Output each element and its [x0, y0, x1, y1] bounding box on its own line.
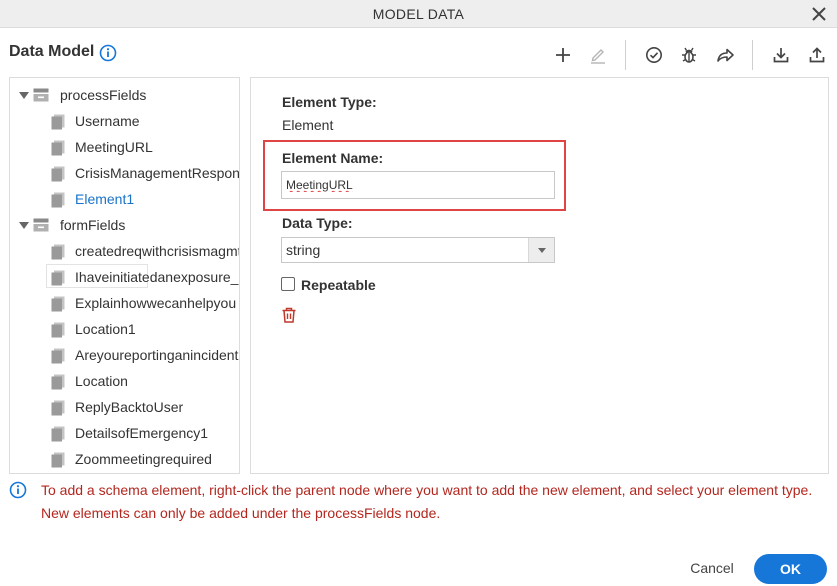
tree-item-label: Explainhowwecanhelpyou — [75, 295, 237, 311]
close-icon[interactable] — [809, 4, 829, 24]
element-name-input[interactable] — [281, 171, 555, 199]
tree-item-label: createdreqwithcrisismagmt — [75, 243, 240, 259]
toolbar-separator — [752, 40, 753, 70]
data-type-label: Data Type: — [282, 215, 353, 231]
dialog-title: MODEL DATA — [372, 6, 465, 22]
tree-item-label: Element1 — [75, 191, 135, 207]
element-type-value: Element — [282, 117, 334, 133]
hint-text-line2: New elements can only be added under the… — [41, 505, 441, 521]
document-icon — [51, 426, 65, 442]
tree-item-label: Location — [75, 373, 128, 389]
trash-icon[interactable] — [280, 306, 298, 324]
toolbar-separator — [625, 40, 626, 70]
document-icon — [51, 322, 65, 338]
tree-item-label: MeetingURL — [75, 139, 153, 155]
check-circle-icon[interactable] — [643, 44, 665, 66]
tree-item[interactable]: CrisisManagementResponse — [10, 162, 239, 184]
plus-icon[interactable] — [552, 44, 574, 66]
document-icon — [51, 296, 65, 312]
document-icon — [51, 114, 65, 130]
download-icon[interactable] — [770, 44, 792, 66]
tree-item[interactable]: ReplyBacktoUser — [10, 396, 239, 418]
document-icon — [51, 166, 65, 182]
tree-group-label: processFields — [60, 87, 147, 103]
bug-icon[interactable] — [678, 44, 700, 66]
folder-icon — [33, 218, 49, 232]
edit-icon[interactable] — [587, 44, 609, 66]
tree-item[interactable]: Areyoureportinganincident — [10, 344, 239, 366]
data-model-title: Data Model — [9, 43, 95, 60]
tree-item[interactable]: Location — [10, 370, 239, 392]
document-icon — [51, 192, 65, 208]
tree-item[interactable]: Ihaveinitiatedanexposure_ — [10, 266, 239, 288]
upload-icon[interactable] — [806, 44, 828, 66]
document-icon — [51, 452, 65, 468]
document-icon — [51, 270, 65, 286]
tree-item[interactable]: Username — [10, 110, 239, 132]
tree-item[interactable]: createdreqwithcrisismagmt — [10, 240, 239, 262]
document-icon — [51, 400, 65, 416]
tree-group-formfields[interactable]: formFields — [10, 214, 239, 236]
data-model-header: Data Model — [0, 38, 837, 70]
cancel-button[interactable]: Cancel — [676, 554, 748, 582]
caret-down-icon[interactable] — [19, 221, 29, 231]
document-icon — [51, 374, 65, 390]
tree-item[interactable]: Zoommeetingrequired — [10, 448, 239, 470]
data-type-value: string — [286, 242, 321, 258]
dropdown-arrow[interactable] — [528, 238, 554, 262]
dialog-titlebar: MODEL DATA — [0, 0, 837, 28]
document-icon — [51, 140, 65, 156]
chevron-down-icon — [538, 248, 546, 253]
tree-item-label: Ihaveinitiatedanexposure_ — [75, 269, 239, 285]
hint-text-line1: To add a schema element, right-click the… — [41, 482, 813, 498]
document-icon — [51, 348, 65, 364]
tree-item-label: Location1 — [75, 321, 136, 337]
tree-group-processfields[interactable]: processFields — [10, 84, 239, 106]
share-icon[interactable] — [714, 44, 736, 66]
tree-item-label: ReplyBacktoUser — [75, 399, 184, 415]
data-type-select[interactable]: string — [281, 237, 555, 263]
tree-item-label: Areyoureportinganincident — [75, 347, 239, 363]
tree-item-label: Username — [75, 113, 140, 129]
repeatable-checkbox[interactable] — [281, 277, 295, 291]
info-icon[interactable] — [99, 44, 117, 62]
document-icon — [51, 244, 65, 260]
tree-group-label: formFields — [60, 217, 126, 233]
info-icon — [9, 481, 27, 499]
tree-item[interactable]: MeetingURL — [10, 136, 239, 158]
element-details-panel — [250, 77, 829, 474]
tree-item-selected[interactable]: Element1 — [10, 188, 239, 210]
tree-item-label: CrisisManagementResponse — [75, 165, 240, 181]
tree-item-label: DetailsofEmergency1 — [75, 425, 209, 441]
repeatable-label: Repeatable — [301, 277, 376, 293]
folder-icon — [33, 88, 49, 102]
caret-down-icon[interactable] — [19, 91, 29, 101]
tree-item[interactable]: DetailsofEmergency1 — [10, 422, 239, 444]
element-name-label: Element Name: — [282, 150, 384, 166]
element-type-label: Element Type: — [282, 94, 377, 110]
tree-item[interactable]: Location1 — [10, 318, 239, 340]
tree-item[interactable]: Explainhowwecanhelpyou — [10, 292, 239, 314]
tree-item-label: Zoommeetingrequired — [75, 451, 212, 467]
ok-button[interactable]: OK — [754, 554, 827, 584]
data-model-tree: processFields Username MeetingURL Crisis… — [9, 77, 240, 474]
